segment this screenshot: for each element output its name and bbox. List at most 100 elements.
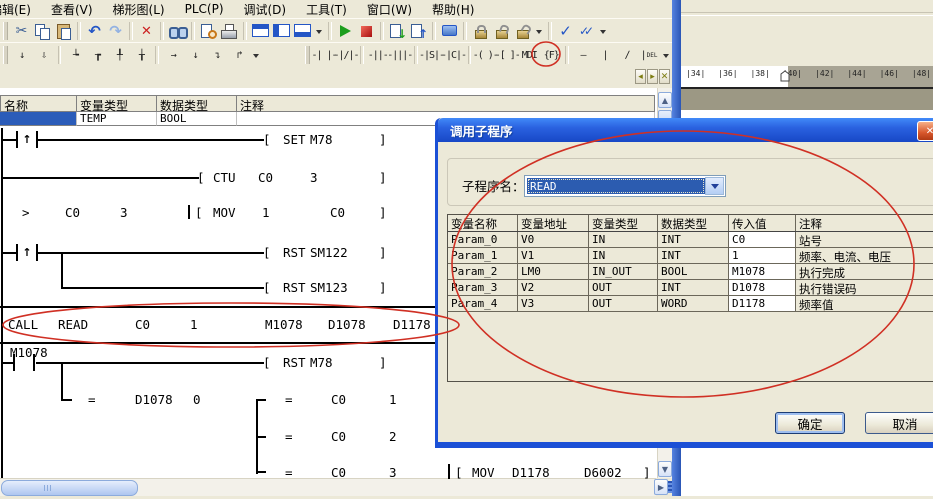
ladder-token[interactable]: M78: [310, 355, 333, 370]
rung-delete-icon[interactable]: ╀: [108, 45, 130, 65]
param-cell-r4-c4[interactable]: D1178: [729, 296, 796, 311]
ladder-token[interactable]: D1078: [135, 392, 173, 407]
window-bottom-icon[interactable]: [292, 21, 313, 41]
ladder-token[interactable]: 1: [389, 392, 397, 407]
toolbar-handle[interactable]: [3, 46, 8, 64]
ladder-token[interactable]: C0: [331, 465, 346, 480]
ladder-token[interactable]: =: [285, 392, 293, 407]
delete-icon[interactable]: [136, 21, 157, 41]
scroll-up-button[interactable]: ▲: [658, 92, 672, 108]
ladder-token[interactable]: 1: [262, 205, 270, 220]
ladder-token[interactable]: ]: [379, 132, 387, 147]
dialog-close-button[interactable]: ✕: [917, 121, 933, 141]
caret-icon[interactable]: [660, 45, 672, 65]
ladder-token[interactable]: MOV: [213, 205, 236, 220]
wire-corner-down-icon[interactable]: ↴: [206, 45, 228, 65]
ladder-token[interactable]: C0: [258, 170, 273, 185]
ladder-token[interactable]: CALL: [8, 317, 38, 332]
window-top-icon[interactable]: [250, 21, 271, 41]
del-tool-icon[interactable]: |DEL: [638, 45, 660, 65]
caret-icon[interactable]: [313, 21, 325, 41]
rung-insert-above-icon[interactable]: ┲: [86, 45, 108, 65]
ladder-token[interactable]: ]: [379, 245, 387, 260]
contact-count-icon[interactable]: -|C|-: [443, 45, 465, 65]
find-icon[interactable]: [167, 21, 188, 41]
param-cell-r3-c4[interactable]: D1078: [729, 280, 796, 295]
ladder-token[interactable]: 3: [389, 465, 397, 480]
ladder-token[interactable]: C0: [65, 205, 80, 220]
contact-no-icon[interactable]: -| |-: [313, 45, 335, 65]
nav-close-button[interactable]: ✕: [659, 69, 670, 84]
ladder-token[interactable]: C0: [331, 392, 346, 407]
ladder-token[interactable]: C0: [331, 429, 346, 444]
caret-icon[interactable]: [597, 21, 609, 41]
contact-pulse-n-icon[interactable]: -|||-: [389, 45, 411, 65]
monitor-icon[interactable]: [439, 21, 460, 41]
check-double-icon[interactable]: [576, 21, 597, 41]
ladder-token[interactable]: [: [263, 355, 271, 370]
ladder-token[interactable]: >: [22, 205, 30, 220]
ladder-token[interactable]: 3: [120, 205, 128, 220]
contact-nc-icon[interactable]: -|/|-: [335, 45, 357, 65]
var-table-cell-0[interactable]: [0, 112, 77, 126]
copy-icon[interactable]: [32, 21, 53, 41]
print-icon[interactable]: [219, 21, 240, 41]
ladder-token[interactable]: D1178: [393, 317, 431, 332]
ladder-token[interactable]: ]: [379, 280, 387, 295]
horizontal-scrollbar[interactable]: [0, 478, 656, 497]
var-table-cell-1[interactable]: TEMP: [77, 112, 157, 126]
ladder-token[interactable]: C0: [330, 205, 345, 220]
ok-button[interactable]: 确定: [775, 412, 845, 434]
download-icon[interactable]: [387, 21, 408, 41]
ladder-token[interactable]: 3: [310, 170, 318, 185]
line-slash-icon[interactable]: ∕: [616, 45, 638, 65]
menu-item-0[interactable]: 编辑(E): [0, 1, 31, 18]
rung-delete-below-icon[interactable]: ╁: [130, 45, 152, 65]
contact-set-icon[interactable]: -|S|-: [421, 45, 443, 65]
ruler-marker-icon[interactable]: [780, 70, 792, 82]
toolbar-handle[interactable]: [3, 22, 8, 40]
menu-item-6[interactable]: 窗口(W): [367, 1, 412, 18]
ladder-token[interactable]: D1078: [328, 317, 366, 332]
caret-icon[interactable]: [250, 45, 262, 65]
ladder-token[interactable]: M1078: [265, 317, 303, 332]
paste-icon[interactable]: [53, 21, 74, 41]
scroll-down-button[interactable]: ▼: [658, 461, 672, 477]
var-table-cell-2[interactable]: BOOL: [157, 112, 237, 126]
lock-icon[interactable]: [470, 21, 491, 41]
ladder-token[interactable]: ]: [643, 465, 651, 480]
ladder-token[interactable]: ]: [379, 205, 387, 220]
ladder-token[interactable]: READ: [58, 317, 88, 332]
ladder-token[interactable]: 2: [389, 429, 397, 444]
ladder-token[interactable]: [: [195, 205, 203, 220]
ladder-token[interactable]: 0: [193, 392, 201, 407]
cancel-button[interactable]: 取消: [865, 412, 933, 434]
ladder-token[interactable]: ]: [379, 170, 387, 185]
menu-item-3[interactable]: PLC(P): [185, 2, 224, 16]
cut-icon[interactable]: [11, 21, 32, 41]
upload-icon[interactable]: [408, 21, 429, 41]
menu-item-4[interactable]: 调试(D): [244, 1, 287, 18]
param-cell-r1-c4[interactable]: 1: [729, 248, 796, 263]
ladder-token[interactable]: C0: [135, 317, 150, 332]
ladder-token[interactable]: D6002: [584, 465, 622, 480]
toolbar-handle[interactable]: [305, 46, 310, 64]
ladder-token[interactable]: MOV: [472, 465, 495, 480]
ladder-token[interactable]: =: [285, 465, 293, 480]
print-preview-icon[interactable]: [198, 21, 219, 41]
arrow-down-solid-icon[interactable]: ↓: [11, 45, 33, 65]
unlock-icon[interactable]: [491, 21, 512, 41]
ladder-token[interactable]: ]: [379, 355, 387, 370]
param-cell-r2-c4[interactable]: M1078: [729, 264, 796, 279]
ladder-token[interactable]: [: [263, 132, 271, 147]
ladder-contact[interactable]: ↑: [16, 131, 38, 148]
ladder-token[interactable]: [: [263, 245, 271, 260]
ladder-token[interactable]: 1: [190, 317, 198, 332]
ladder-token[interactable]: =: [88, 392, 96, 407]
ladder-token[interactable]: RST: [283, 355, 306, 370]
combobox-selected-value[interactable]: READ: [527, 178, 705, 194]
ladder-token[interactable]: M1078: [10, 345, 48, 360]
ladder-token[interactable]: SM123: [310, 280, 348, 295]
nav-next-button[interactable]: ▸: [647, 69, 658, 84]
dialog-title-bar[interactable]: 调用子程序: [438, 118, 933, 142]
